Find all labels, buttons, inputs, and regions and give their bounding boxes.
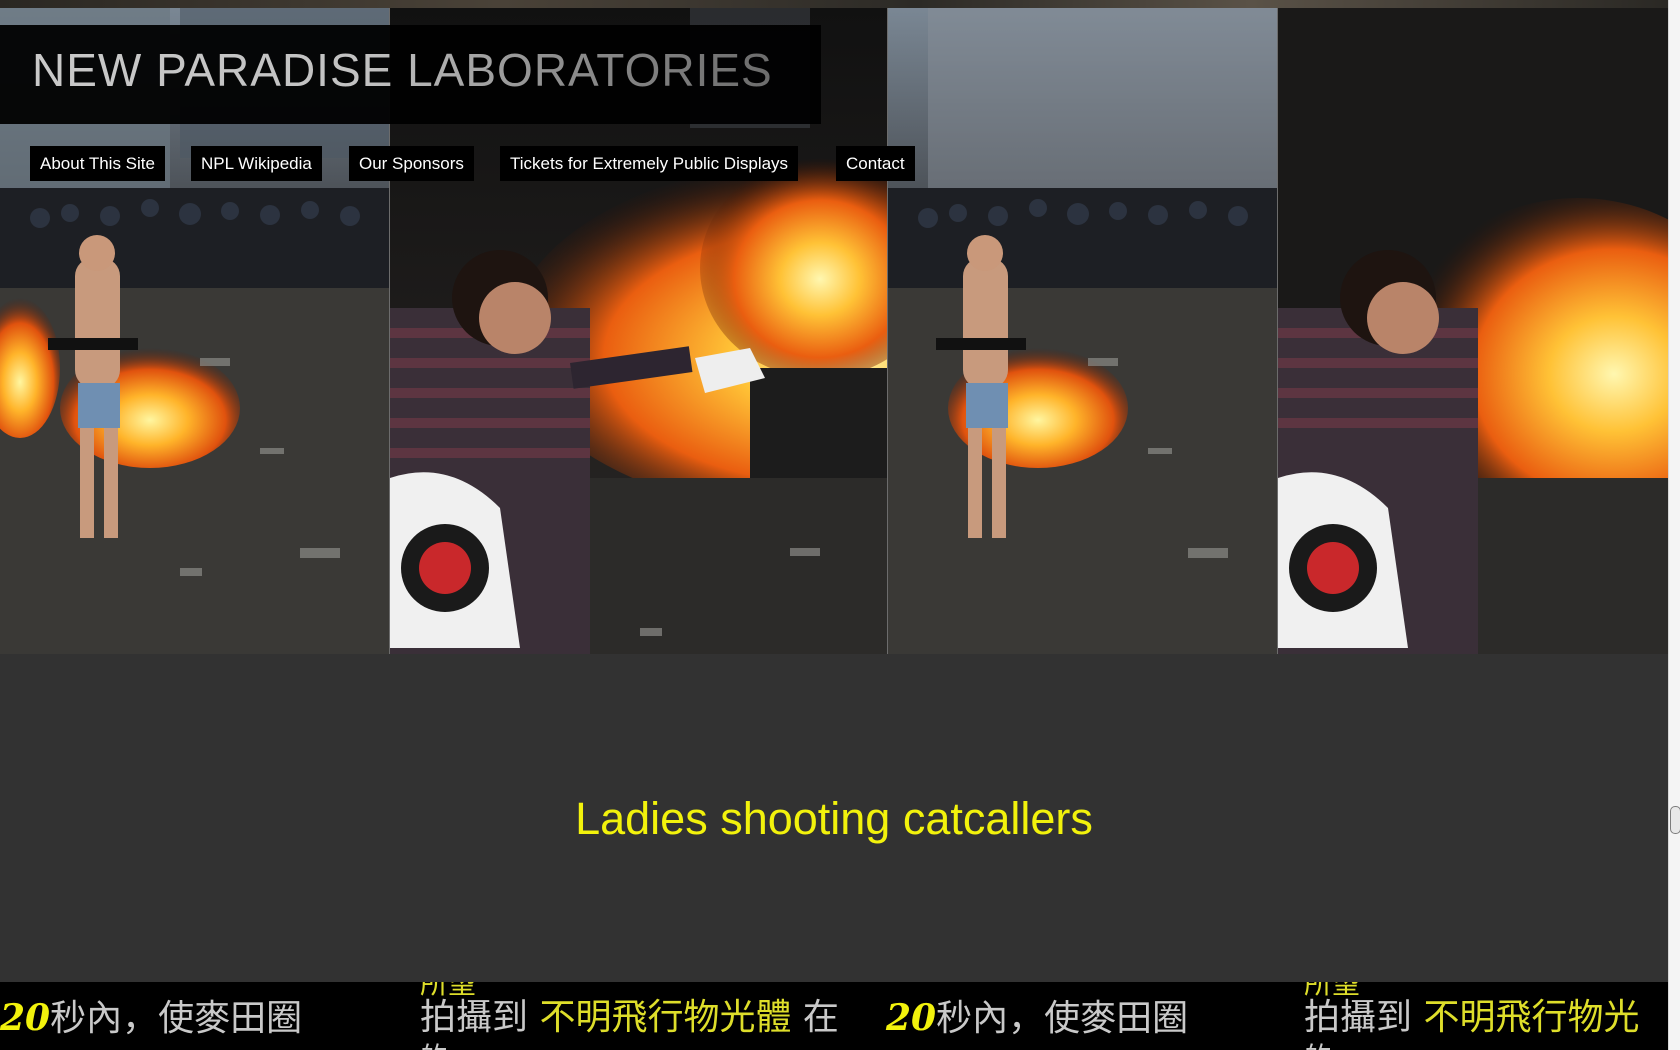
marquee-fragment-bottom: 的 [420, 1038, 448, 1050]
scrollbar-thumb[interactable] [1670, 806, 1680, 834]
marquee-fragment-bottom: 的 [1304, 1038, 1332, 1050]
nav-npl-wikipedia[interactable]: NPL Wikipedia [191, 146, 322, 181]
top-image-strip [0, 0, 1668, 8]
vertical-scrollbar[interactable] [1668, 0, 1680, 1050]
marquee-segment: 20秒內，使麥田圈 [0, 997, 303, 1039]
scrolling-marquee: 20秒內，使麥田圈 所望 拍攝到 不明飛行物光體 在 的 20秒內，使麥田圈 所… [0, 982, 1668, 1050]
site-title[interactable]: NEW PARADISE LABORATORIES [32, 43, 773, 97]
nav-tickets[interactable]: Tickets for Extremely Public Displays [500, 146, 799, 181]
image-caption: Ladies shooting catcallers [575, 793, 1093, 844]
marquee-segment: 拍攝到 不明飛行物光體 在 [420, 997, 839, 1038]
marquee-segment: 20秒內，使麥田圈 [886, 997, 1189, 1039]
nav-about-this-site[interactable]: About This Site [30, 146, 165, 181]
marquee-segment: 拍攝到 不明飛行物光 [1304, 997, 1640, 1038]
nav-our-sponsors[interactable]: Our Sponsors [349, 146, 474, 181]
nav-contact[interactable]: Contact [836, 146, 915, 181]
riot-crowd-photo [887, 8, 1278, 654]
burning-car-photo [1277, 8, 1668, 654]
